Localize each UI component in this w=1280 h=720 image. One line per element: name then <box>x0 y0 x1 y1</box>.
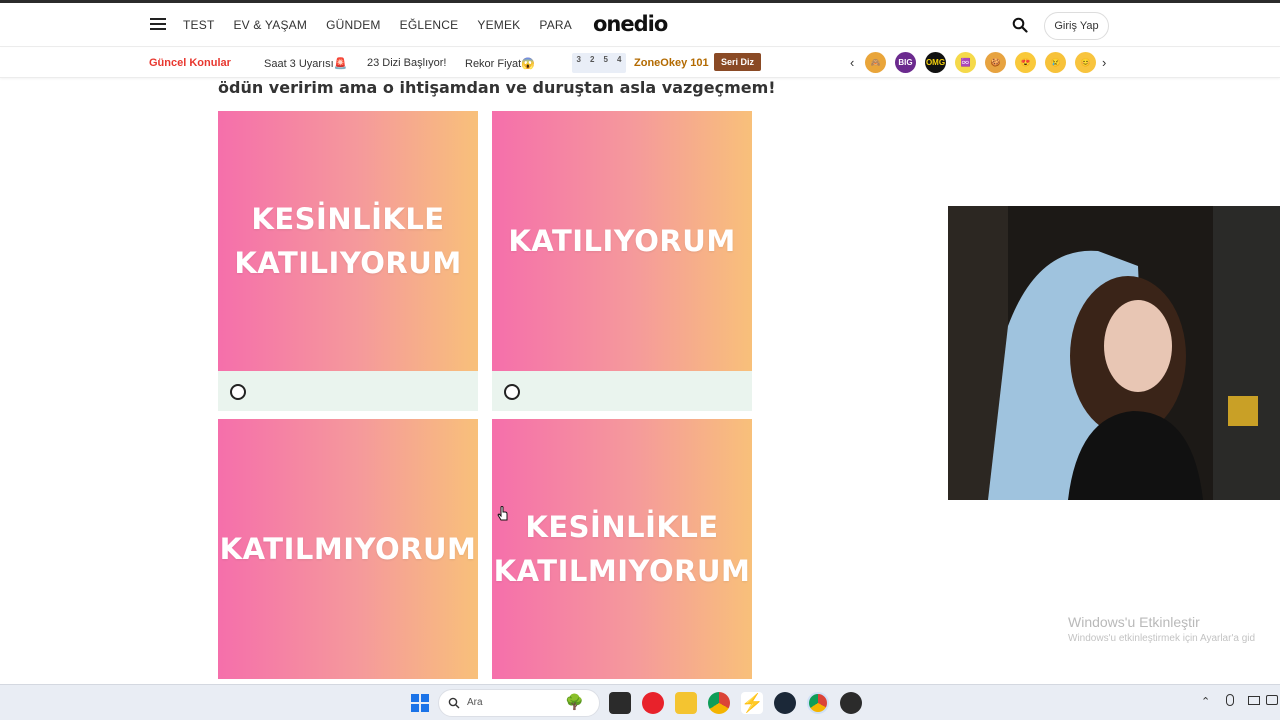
option-card-3[interactable]: KATILMIYORUM <box>218 419 478 679</box>
trending-title: Güncel Konular <box>149 57 231 69</box>
trending-topic[interactable]: Rekor Fiyat😱 <box>465 57 535 70</box>
menu-icon[interactable] <box>150 18 166 30</box>
chrome-active-icon[interactable] <box>807 692 829 714</box>
option-radio[interactable] <box>504 384 520 400</box>
option-card-4[interactable]: KESİNLİKLE KATILMIYORUM <box>492 419 752 679</box>
webcam-image <box>948 206 1280 500</box>
nav-test[interactable]: TEST <box>183 18 214 32</box>
reaction-icon[interactable]: ♾️ <box>955 52 976 73</box>
main-nav: TEST EV & YAŞAM GÜNDEM EĞLENCE YEMEK PAR… <box>183 18 591 32</box>
option-label: KATILMIYORUM <box>219 532 477 566</box>
tile-number: 3 <box>576 55 581 64</box>
search-icon <box>448 697 460 709</box>
reaction-icon[interactable]: 🍪 <box>985 52 1006 73</box>
chevron-right-icon[interactable]: › <box>1102 55 1106 70</box>
option-card-2[interactable]: KATILIYORUM <box>492 111 752 371</box>
login-button[interactable]: Giriş Yap <box>1044 12 1109 40</box>
search-placeholder: Ara <box>467 697 483 708</box>
app-red-icon[interactable] <box>642 692 664 714</box>
option-radio[interactable] <box>230 384 246 400</box>
windows-start-icon[interactable] <box>409 692 431 714</box>
option-card-1[interactable]: KESİNLİKLE KATILIYORUM <box>218 111 478 371</box>
seri-diz-button[interactable]: Seri Diz <box>714 53 761 71</box>
taskview-icon[interactable] <box>609 692 631 714</box>
tile-number: 2 <box>590 55 595 64</box>
chrome-icon[interactable] <box>708 692 730 714</box>
question-text: ödün veririm ama o ihtişamdan ve duruşta… <box>218 78 776 97</box>
nav-para[interactable]: PARA <box>539 18 572 32</box>
reaction-icon[interactable]: 😢 <box>1045 52 1066 73</box>
reaction-icon[interactable]: 🙈 <box>865 52 886 73</box>
folder-icon[interactable] <box>675 692 697 714</box>
tile-number: 4 <box>617 55 622 64</box>
mouse-cursor-icon <box>497 506 508 521</box>
taskbar-search-input[interactable]: Ara 🌳 <box>438 689 600 717</box>
activation-watermark-title: Windows'u Etkinleştir <box>1068 614 1200 630</box>
microphone-icon[interactable] <box>1226 694 1234 706</box>
tile-number: 5 <box>603 55 608 64</box>
zoneokey-tiles[interactable]: 3 2 5 4 <box>572 53 626 73</box>
site-header: TEST EV & YAŞAM GÜNDEM EĞLENCE YEMEK PAR… <box>0 3 1280 47</box>
option-radio-row[interactable] <box>218 371 478 411</box>
webcam-overlay <box>948 206 1280 500</box>
zoneokey-link[interactable]: ZoneOkey 101 <box>634 57 709 69</box>
obs-icon[interactable] <box>840 692 862 714</box>
reaction-icon[interactable]: 😍 <box>1015 52 1036 73</box>
windows-taskbar: Ara 🌳 ⚡ ⌃ <box>0 684 1280 720</box>
tree-icon: 🌳 <box>565 694 584 711</box>
network-icon[interactable] <box>1266 695 1278 705</box>
steam-icon[interactable] <box>774 692 796 714</box>
trending-topic[interactable]: Saat 3 Uyarısı🚨 <box>264 57 347 70</box>
option-radio-row[interactable] <box>492 371 752 411</box>
nav-eglence[interactable]: EĞLENCE <box>400 18 459 32</box>
monitor-icon[interactable] <box>1248 696 1260 705</box>
search-icon[interactable] <box>1012 17 1028 33</box>
trending-bar: Güncel Konular Saat 3 Uyarısı🚨 23 Dizi B… <box>0 48 1280 88</box>
activation-watermark-text: Windows'u etkinleştirmek için Ayarlar'a … <box>1068 633 1256 644</box>
chevron-up-icon[interactable]: ⌃ <box>1201 695 1210 708</box>
option-label: KESİNLİKLE KATILMIYORUM <box>493 510 751 588</box>
option-label: KESİNLİKLE KATILIYORUM <box>234 202 462 280</box>
reaction-icon[interactable]: OMG <box>925 52 946 73</box>
lightning-icon[interactable]: ⚡ <box>741 692 763 714</box>
nav-yemek[interactable]: YEMEK <box>477 18 520 32</box>
option-label: KATILIYORUM <box>508 224 736 258</box>
nav-ev-yasam[interactable]: EV & YAŞAM <box>233 18 307 32</box>
reaction-icon[interactable]: 😊 <box>1075 52 1096 73</box>
site-logo[interactable]: onedio <box>593 12 668 36</box>
reaction-icon[interactable]: BIG POP <box>895 52 916 88</box>
nav-gundem[interactable]: GÜNDEM <box>326 18 381 32</box>
chevron-left-icon[interactable]: ‹ <box>850 55 854 70</box>
trending-topic[interactable]: 23 Dizi Başlıyor! <box>367 57 446 69</box>
